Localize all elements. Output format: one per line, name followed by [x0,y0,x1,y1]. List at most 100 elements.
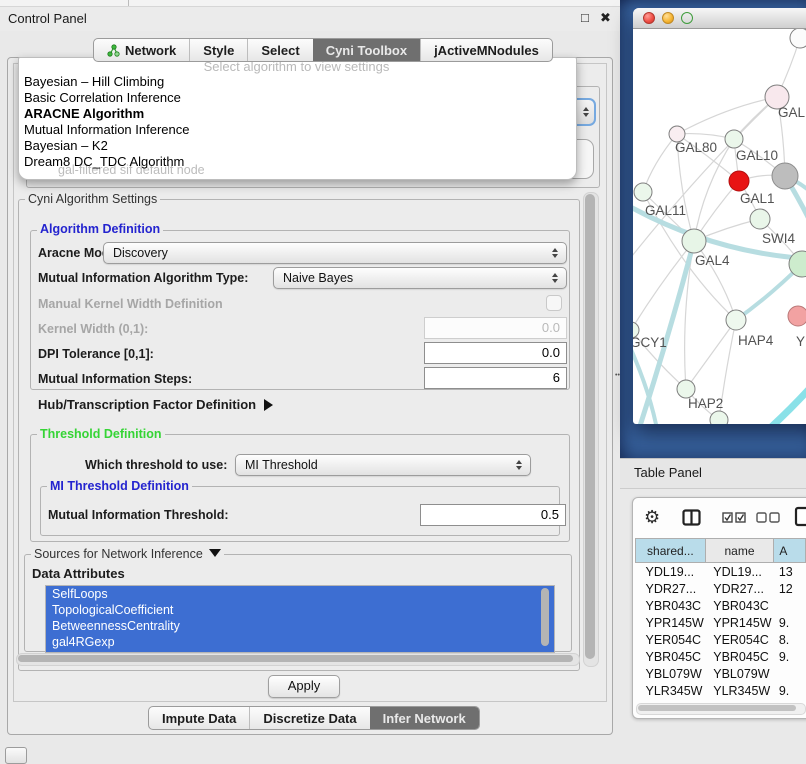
table-cell[interactable]: 13 [774,563,806,581]
which-threshold-combo[interactable]: MI Threshold [235,454,531,476]
data-attribute-item[interactable]: TopologicalCoefficient [46,602,554,618]
dpi-tolerance-field[interactable]: 0.0 [424,342,567,364]
table-cell[interactable]: YBR045C [636,648,706,665]
table-cell[interactable] [774,665,806,682]
network-node-HAP4[interactable] [726,310,746,330]
manual-kernel-checkbox[interactable] [546,295,562,311]
table-cell[interactable]: YBL079W [705,665,774,682]
checked-pair-icon[interactable] [722,511,746,529]
network-edge[interactable] [677,97,777,134]
tab-impute-data[interactable]: Impute Data [149,707,249,729]
kernel-width-field[interactable]: 0.0 [424,317,567,339]
data-attribute-item[interactable]: SelfLoops [46,586,554,602]
float-window-icon[interactable]: □ [581,10,589,25]
tab-network[interactable]: Network [94,39,189,61]
table-cell[interactable]: YLR345W [705,682,774,699]
attributes-vscrollbar-thumb[interactable] [541,588,549,646]
mi-type-combo[interactable]: Naive Bayes [273,267,567,289]
close-icon[interactable]: ✖ [600,10,611,26]
network-node-GAL10[interactable] [725,130,743,148]
table-cell[interactable]: YDL19... [705,563,774,581]
column-header-name[interactable]: name [705,539,774,563]
node-label-HAP2: HAP2 [688,396,723,411]
table-cell[interactable]: YPR145W [636,614,706,631]
table-row[interactable]: YBR043CYBR043C [636,597,806,614]
network-node-SWI4-small[interactable] [750,209,770,229]
network-node-GAL4[interactable] [682,229,706,253]
network-edge[interactable] [643,134,677,192]
algorithm-option[interactable]: ARACNE Algorithm [20,106,570,122]
settings-hscrollbar-thumb[interactable] [18,655,573,662]
column-header-partial[interactable]: A [774,539,806,563]
table-row[interactable]: YBR045CYBR045C9. [636,648,806,665]
mi-steps-field[interactable]: 6 [424,367,567,389]
table-cell[interactable]: YBR043C [636,597,706,614]
data-attribute-item[interactable]: BetweennessCentrality [46,618,554,634]
table-cell[interactable]: YBR043C [705,597,774,614]
hub-definition-expander[interactable]: Hub/Transcription Factor Definition [38,397,273,412]
tab-discretize-data[interactable]: Discretize Data [249,707,369,729]
network-node-bottom-node[interactable] [710,411,728,424]
data-attributes-list: SelfLoopsTopologicalCoefficientBetweenne… [45,585,555,653]
node-table[interactable]: shared... name A YDL19...YDL19...13YDR27… [635,538,806,703]
table-row[interactable]: YDL19...YDL19...13 [636,563,806,581]
settings-vscrollbar-thumb[interactable] [585,194,595,659]
table-cell[interactable] [774,597,806,614]
tab-style[interactable]: Style [189,39,247,61]
table-cell[interactable]: 9. [774,614,806,631]
table-cell[interactable]: 12 [774,580,806,597]
network-canvas[interactable]: GALGAL80GAL10GAL1GAL11SWI4GAL4GCY1HAP4YH… [633,29,806,424]
network-node-gray-node[interactable] [772,163,798,189]
table-row[interactable]: YDR27...YDR27...12 [636,580,806,597]
close-traffic-light-icon[interactable] [643,12,655,24]
table-cell[interactable]: YBL079W [636,665,706,682]
algorithm-option[interactable]: Bayesian – Hill Climbing [20,74,570,90]
table-cell[interactable]: YBR045C [705,648,774,665]
settings-gear-icon[interactable]: ⚙ [644,507,660,528]
table-cell[interactable]: 9. [774,682,806,699]
algorithm-option[interactable]: Basic Correlation Inference [20,90,570,106]
tab-cyni-toolbox[interactable]: Cyni Toolbox [313,39,420,61]
table-cell[interactable]: YER054C [636,631,706,648]
network-node-GAL11[interactable] [634,183,652,201]
table-hscrollbar-thumb[interactable] [638,705,796,711]
aracne-mode-combo[interactable]: Discovery [103,242,567,264]
network-node-top-partial[interactable] [790,29,806,48]
table-row[interactable]: YBL079WYBL079W [636,665,806,682]
minimized-panel-widget[interactable] [5,747,27,764]
table-row[interactable]: YLR345WYLR345W9. [636,682,806,699]
table-cell[interactable]: YDL19... [636,563,706,581]
zoom-traffic-light-icon[interactable] [681,12,693,24]
table-cell[interactable]: YER054C [705,631,774,648]
split-columns-icon[interactable] [682,509,701,531]
bottom-tabs: Impute Data Discretize Data Infer Networ… [148,706,480,730]
network-edge[interactable] [633,241,694,330]
network-edge[interactable] [686,320,736,389]
sources-group-title[interactable]: Sources for Network Inference [31,547,224,561]
unchecked-pair-icon[interactable] [756,511,780,529]
tab-select[interactable]: Select [247,39,312,61]
tab-infer-network[interactable]: Infer Network [370,707,479,729]
network-node-GAL1[interactable] [729,171,749,191]
table-row[interactable]: YER054CYER054C8. [636,631,806,648]
table-cell[interactable]: 9. [774,648,806,665]
algorithm-option[interactable]: Mutual Information Inference [20,122,570,138]
algorithm-option[interactable]: Bayesian – K2 [20,138,570,154]
table-cell[interactable]: YDR27... [705,580,774,597]
table-cell[interactable]: YLR345W [636,682,706,699]
apply-button[interactable]: Apply [268,675,340,698]
table-cell[interactable]: YPR145W [705,614,774,631]
mi-threshold-field[interactable]: 0.5 [420,504,566,526]
data-attribute-item[interactable]: gal4RGexp [46,634,554,650]
algorithm-option[interactable]: Dream8 DC_TDC Algorithm [20,154,570,170]
table-cell[interactable]: YDR27... [636,580,706,597]
network-edge[interactable] [769,387,806,424]
table-cell[interactable]: 8. [774,631,806,648]
table-partial-icon[interactable] [794,506,806,532]
network-node-salmon-node[interactable] [788,306,806,326]
table-row[interactable]: YPR145WYPR145W9. [636,614,806,631]
minimize-traffic-light-icon[interactable] [662,12,674,24]
column-header-shared-name[interactable]: shared... [636,539,706,563]
tab-jactivemnodules[interactable]: jActiveMNodules [420,39,552,61]
network-window-titlebar[interactable] [633,8,806,29]
